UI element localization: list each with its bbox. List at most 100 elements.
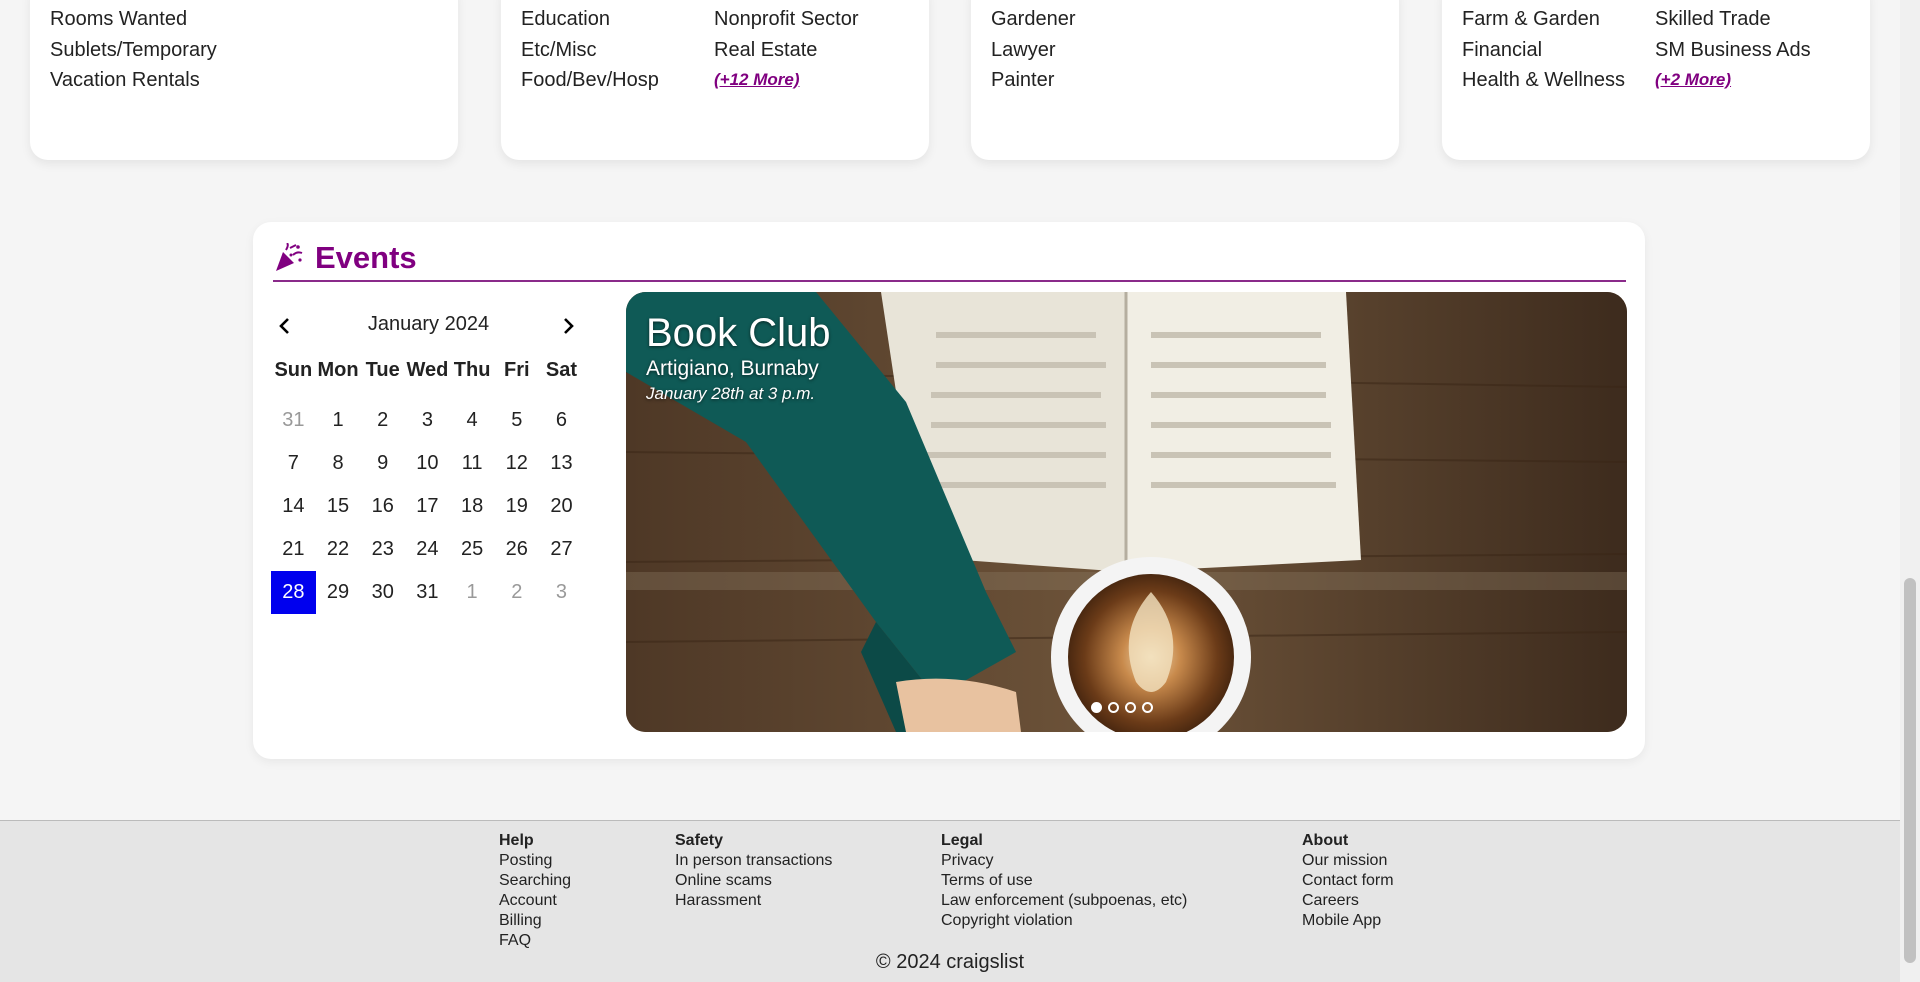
footer-link-law-enforcement[interactable]: Law enforcement (subpoenas, etc) — [941, 891, 1187, 911]
footer-link-billing[interactable]: Billing — [499, 911, 571, 931]
calendar-day-3[interactable]: 3 — [405, 399, 450, 442]
footer-link-privacy[interactable]: Privacy — [941, 851, 1187, 871]
jobs-links-col1: Education Etc/Misc Food/Bev/Hosp — [521, 4, 659, 96]
footer-link-our-mission[interactable]: Our mission — [1302, 851, 1394, 871]
jobs-card: Education Etc/Misc Food/Bev/Hosp Nonprof… — [501, 0, 929, 160]
category-link-sm-business-ads[interactable]: SM Business Ads — [1655, 35, 1811, 66]
calendar-day-29[interactable]: 29 — [316, 571, 361, 614]
scrollbar-thumb[interactable] — [1904, 578, 1916, 963]
calendar-day-27[interactable]: 27 — [539, 528, 584, 571]
calendar-day-21[interactable]: 21 — [271, 528, 316, 571]
calendar-day-4[interactable]: 4 — [450, 399, 495, 442]
footer-link-mobile-app[interactable]: Mobile App — [1302, 911, 1394, 931]
category-link-gardener[interactable]: Gardener — [991, 4, 1076, 35]
calendar-day-28[interactable]: 28 — [271, 571, 316, 614]
calendar-day-outside-1[interactable]: 1 — [450, 571, 495, 614]
calendar-day-18[interactable]: 18 — [450, 485, 495, 528]
footer-link-copyright[interactable]: Copyright violation — [941, 911, 1187, 931]
category-link-painter[interactable]: Painter — [991, 65, 1076, 96]
calendar-day-16[interactable]: 16 — [360, 485, 405, 528]
party-popper-icon — [273, 242, 303, 273]
category-link-health-wellness[interactable]: Health & Wellness — [1462, 65, 1625, 96]
site-footer: Help Posting Searching Account Billing F… — [0, 820, 1900, 982]
footer-link-faq[interactable]: FAQ — [499, 931, 571, 951]
category-link-lawyer[interactable]: Lawyer — [991, 35, 1076, 66]
calendar-day-7[interactable]: 7 — [271, 442, 316, 485]
calendar-day-14[interactable]: 14 — [271, 485, 316, 528]
footer-legal-column: Legal Privacy Terms of use Law enforceme… — [941, 831, 1187, 931]
weekday-tue: Tue — [365, 359, 400, 381]
calendar-day-23[interactable]: 23 — [360, 528, 405, 571]
events-title: Events — [315, 240, 417, 275]
calendar-day-9[interactable]: 9 — [360, 442, 405, 485]
event-calendar: January 2024 Sun Mon Tue Wed Thu Fri Sat… — [271, 304, 586, 614]
calendar-day-31[interactable]: 31 — [405, 571, 450, 614]
category-link-financial[interactable]: Financial — [1462, 35, 1625, 66]
housing-links: Rooms Wanted Sublets/Temporary Vacation … — [50, 4, 217, 96]
slide-event-date: January 28th at 3 p.m. — [646, 384, 816, 403]
footer-link-account[interactable]: Account — [499, 891, 571, 911]
calendar-day-25[interactable]: 25 — [450, 528, 495, 571]
calendar-day-5[interactable]: 5 — [494, 399, 539, 442]
weekday-sat: Sat — [545, 359, 578, 381]
footer-link-contact-form[interactable]: Contact form — [1302, 871, 1394, 891]
slide-event-title: Book Club — [646, 311, 831, 355]
footer-link-careers[interactable]: Careers — [1302, 891, 1394, 911]
calendar-day-17[interactable]: 17 — [405, 485, 450, 528]
footer-safety-heading: Safety — [675, 832, 724, 849]
calendar-day-outside-31[interactable]: 31 — [271, 399, 316, 442]
category-link-etc-misc[interactable]: Etc/Misc — [521, 35, 659, 66]
footer-about-column: About Our mission Contact form Careers M… — [1302, 831, 1394, 931]
footer-link-terms[interactable]: Terms of use — [941, 871, 1187, 891]
footer-link-harassment[interactable]: Harassment — [675, 891, 832, 911]
more-for-sale-link[interactable]: (+2 More) — [1655, 65, 1811, 96]
slide-event-venue: Artigiano, Burnaby — [646, 357, 819, 380]
more-jobs-link[interactable]: (+12 More) — [714, 65, 859, 96]
category-link-nonprofit[interactable]: Nonprofit Sector — [714, 4, 859, 35]
footer-link-searching[interactable]: Searching — [499, 871, 571, 891]
weekday-thu: Thu — [453, 359, 491, 381]
calendar-day-11[interactable]: 11 — [450, 442, 495, 485]
calendar-day-26[interactable]: 26 — [494, 528, 539, 571]
category-link-farm-garden[interactable]: Farm & Garden — [1462, 4, 1625, 35]
footer-help-heading: Help — [499, 832, 534, 849]
event-slideshow[interactable]: Book Club Artigiano, Burnaby January 28t… — [626, 292, 1627, 732]
category-link-vacation-rentals[interactable]: Vacation Rentals — [50, 65, 217, 96]
calendar-day-8[interactable]: 8 — [316, 442, 361, 485]
calendar-day-20[interactable]: 20 — [539, 485, 584, 528]
calendar-day-6[interactable]: 6 — [539, 399, 584, 442]
category-link-food-bev-hosp[interactable]: Food/Bev/Hosp — [521, 65, 659, 96]
footer-link-online-scams[interactable]: Online scams — [675, 871, 832, 891]
category-link-real-estate[interactable]: Real Estate — [714, 35, 859, 66]
slide-dot-4[interactable] — [1142, 702, 1153, 713]
category-link-education[interactable]: Education — [521, 4, 659, 35]
for-sale-links-col2: Skilled Trade SM Business Ads (+2 More) — [1655, 4, 1811, 96]
calendar-day-30[interactable]: 30 — [360, 571, 405, 614]
slide-indicators — [1091, 702, 1153, 713]
footer-link-in-person[interactable]: In person transactions — [675, 851, 832, 871]
calendar-grid: Sun Mon Tue Wed Thu Fri Sat 31 1 2 3 4 5 6 7 8 9 1… — [271, 356, 586, 614]
calendar-day-24[interactable]: 24 — [405, 528, 450, 571]
chevron-right-icon[interactable] — [558, 316, 578, 336]
calendar-day-2[interactable]: 2 — [360, 399, 405, 442]
slide-dot-1[interactable] — [1091, 702, 1102, 713]
category-link-skilled-trade[interactable]: Skilled Trade — [1655, 4, 1811, 35]
calendar-day-19[interactable]: 19 — [494, 485, 539, 528]
calendar-day-1[interactable]: 1 — [316, 399, 361, 442]
footer-link-posting[interactable]: Posting — [499, 851, 571, 871]
calendar-day-12[interactable]: 12 — [494, 442, 539, 485]
calendar-day-outside-2[interactable]: 2 — [494, 571, 539, 614]
slide-dot-2[interactable] — [1108, 702, 1119, 713]
page-scrollbar[interactable] — [1900, 0, 1920, 982]
calendar-day-outside-3[interactable]: 3 — [539, 571, 584, 614]
page-viewport: Rooms Wanted Sublets/Temporary Vacation … — [0, 0, 1900, 982]
category-link-rooms-wanted[interactable]: Rooms Wanted — [50, 4, 217, 35]
slide-dot-3[interactable] — [1125, 702, 1136, 713]
category-link-sublets[interactable]: Sublets/Temporary — [50, 35, 217, 66]
services-links: Gardener Lawyer Painter — [991, 4, 1076, 96]
calendar-day-10[interactable]: 10 — [405, 442, 450, 485]
for-sale-card: Farm & Garden Financial Health & Wellnes… — [1442, 0, 1870, 160]
calendar-day-15[interactable]: 15 — [316, 485, 361, 528]
calendar-day-22[interactable]: 22 — [316, 528, 361, 571]
calendar-day-13[interactable]: 13 — [539, 442, 584, 485]
